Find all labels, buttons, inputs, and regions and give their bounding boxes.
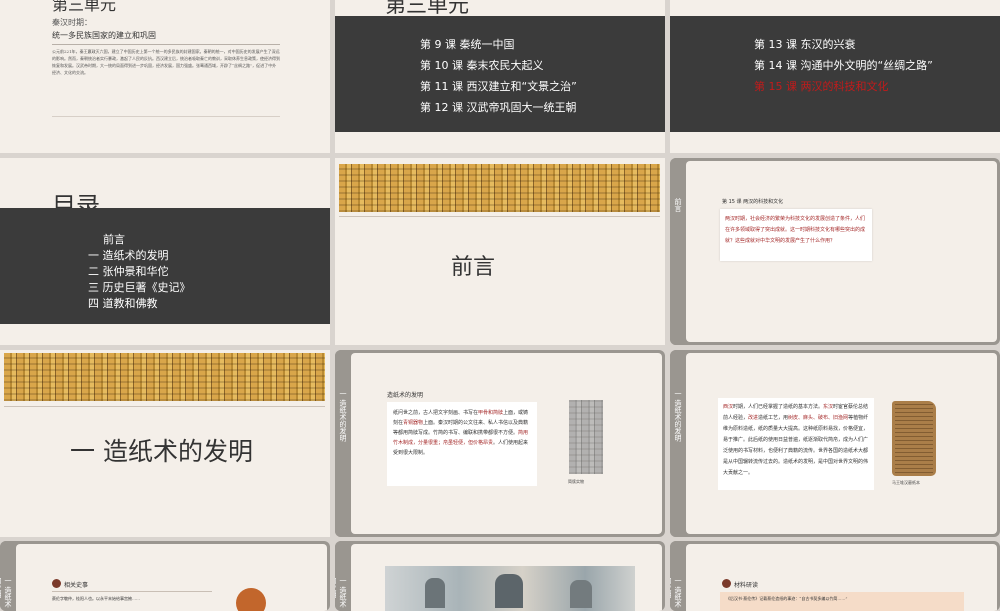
slide-thumbnail-1[interactable]: 第三单元 秦汉时期： 统一多民族国家的建立和巩固 公元前221年，秦王嬴政灭六国… [0, 0, 330, 153]
lesson-item: 第 14 课 沟通中外文明的“丝绸之路” [754, 59, 933, 72]
slide-thumbnail-11[interactable]: 一 造纸术的发明 [335, 541, 665, 611]
body-text: 西汉时期，人们已经掌握了造纸的基本方法。东汉时宦官蔡伦总结前人经验，改进造纸工艺… [723, 404, 869, 476]
slide-heading: 相关史事 [64, 582, 89, 589]
slide-content: 第 15 课 两汉的科技和文化 两汉时期，社会经济的繁荣为科技文化的发展创造了条… [686, 161, 997, 342]
slide-thumbnail-5[interactable]: 前言 [335, 158, 665, 345]
slide-thumbnail-8[interactable]: 一 造纸术的发明 造纸术的发明 纸问世之前，古人把文字刻画、书写在甲骨和简牍上面… [335, 350, 665, 537]
body-text: 《后汉书·蔡伦传》记载蔡伦造纸的事迹：“自古书契多编以竹简……” [726, 596, 848, 601]
unit-title: 第三单元 [52, 0, 117, 14]
toc-item: 一 造纸术的发明 [88, 249, 169, 262]
slide-heading: 材料研读 [734, 582, 759, 589]
book-icon [52, 579, 61, 588]
lesson-list-band: 第 13 课 东汉的兴衰 第 14 课 沟通中外文明的“丝绸之路” 第 15 课… [670, 16, 1000, 132]
banner-divider [339, 216, 660, 217]
section-strip: 一 造纸术的发明 [670, 350, 686, 537]
slide-content: 西汉时期，人们已经掌握了造纸的基本方法。东汉时宦官蔡伦总结前人经验，改进造纸工艺… [686, 353, 997, 534]
preface-text: 两汉时期，社会经济的繁荣为科技文化的发展创造了条件，人们在许多领域取得了突出成就… [725, 216, 866, 244]
slide-thumbnail-2[interactable]: 第三单元 第 9 课 秦统一中国 第 10 课 秦末农民大起义 第 11 课 西… [335, 0, 665, 153]
toc-item: 四 道教和佛教 [88, 297, 158, 310]
slide-thumbnail-12[interactable]: 一 造纸术的发明 材料研读 《后汉书·蔡伦传》记载蔡伦造纸的事迹：“自古书契多编… [670, 541, 1000, 611]
body-text: 蔡伦字敬仲，桂阳人也。以永平末始给事宫掖…… [52, 596, 140, 601]
papermaking-illustration [385, 566, 635, 611]
paper-fragment-image [892, 401, 936, 476]
body-text: 纸问世之前，古人把文字刻画、书写在甲骨和简牍上面，或铸刻在青铜器物上面。秦汉时期… [393, 410, 529, 456]
lesson-label: 第 15 课 两汉的科技和文化 [722, 199, 784, 205]
bamboo-slips-banner [339, 164, 660, 212]
slide-content: 造纸术的发明 纸问世之前，古人把文字刻画、书写在甲骨和简牍上面，或铸刻在青铜器物… [351, 353, 662, 534]
book-icon [722, 579, 731, 588]
preface-text-box: 两汉时期，社会经济的繁荣为科技文化的发展创造了条件，人们在许多领域取得了突出成就… [720, 209, 872, 261]
section-strip: 一 造纸术的发明 [335, 350, 351, 537]
lesson-item: 第 10 课 秦末农民大起义 [420, 59, 544, 72]
bamboo-slips-banner [4, 353, 325, 401]
banner-divider [4, 406, 325, 407]
section-strip: 一 造纸术的发明 [335, 541, 351, 611]
period-label: 秦汉时期： [52, 18, 92, 27]
slide-thumbnail-9[interactable]: 一 造纸术的发明 西汉时期，人们已经掌握了造纸的基本方法。东汉时宦官蔡伦总结前人… [670, 350, 1000, 537]
section-strip: 前言 [670, 158, 686, 345]
lesson-list-band: 第 9 课 秦统一中国 第 10 课 秦末农民大起义 第 11 课 西汉建立和“… [335, 16, 665, 132]
lesson-item: 第 13 课 东汉的兴衰 [754, 38, 856, 51]
slide-thumbnail-7[interactable]: 一 造纸术的发明 [0, 350, 330, 537]
slide-thumbnail-3[interactable]: 第 13 课 东汉的兴衰 第 14 课 沟通中外文明的“丝绸之路” 第 15 课… [670, 0, 1000, 153]
toc-item: 二 张仲景和华佗 [88, 265, 169, 278]
image-caption: 简牍实物 [568, 479, 584, 484]
bamboo-slips-image [569, 400, 603, 474]
slide-heading: 造纸术的发明 [387, 392, 424, 399]
title-divider [52, 44, 280, 45]
section-title: 前言 [451, 255, 496, 280]
section-strip: 一 造纸术的发明 [670, 541, 686, 611]
unit-subtitle: 统一多民族国家的建立和巩固 [52, 31, 156, 40]
section-title: 一 造纸术的发明 [70, 437, 253, 466]
lesson-item: 第 12 课 汉武帝巩固大一统王朝 [420, 101, 577, 114]
toc-band: 前言 一 造纸术的发明 二 张仲景和华佗 三 历史巨著《史记》 四 道教和佛教 [0, 208, 330, 324]
lesson-item: 第 11 课 西汉建立和“文景之治” [420, 80, 577, 93]
quote-box: 《后汉书·蔡伦传》记载蔡伦造纸的事迹：“自古书契多编以竹简……” [720, 592, 964, 611]
heading-divider [52, 591, 212, 592]
section-strip: 一 造纸术的发明 [0, 541, 16, 611]
toc-item: 三 历史巨著《史记》 [88, 281, 191, 294]
text-box: 纸问世之前，古人把文字刻画、书写在甲骨和简牍上面，或铸刻在青铜器物上面。秦汉时期… [387, 402, 537, 486]
bottom-divider [52, 116, 280, 117]
slide-thumbnail-10[interactable]: 一 造纸术的发明 相关史事 蔡伦字敬仲，桂阳人也。以永平末始给事宫掖…… [0, 541, 330, 611]
slide-content: 材料研读 《后汉书·蔡伦传》记载蔡伦造纸的事迹：“自古书契多编以竹简……” [686, 544, 997, 611]
text-box: 西汉时期，人们已经掌握了造纸的基本方法。东汉时宦官蔡伦总结前人经验，改进造纸工艺… [718, 398, 874, 490]
toc-item: 前言 [103, 233, 125, 246]
slide-content [351, 544, 662, 611]
slide-thumbnail-6[interactable]: 前言 第 15 课 两汉的科技和文化 两汉时期，社会经济的繁荣为科技文化的发展创… [670, 158, 1000, 345]
unit-intro-text: 公元前221年，秦王嬴政灭六国，建立了中国历史上第一个统一的多民族的封建国家。秦… [52, 49, 280, 75]
slide-content: 相关史事 蔡伦字敬仲，桂阳人也。以永平末始给事宫掖…… [16, 544, 327, 611]
slide-thumbnail-4[interactable]: 目录 前言 一 造纸术的发明 二 张仲景和华佗 三 历史巨著《史记》 四 道教和… [0, 158, 330, 345]
image-caption: 马王堆汉墓纸本 [892, 480, 920, 485]
lesson-item-current: 第 15 课 两汉的科技和文化 [754, 80, 889, 93]
lesson-item: 第 9 课 秦统一中国 [420, 38, 515, 51]
